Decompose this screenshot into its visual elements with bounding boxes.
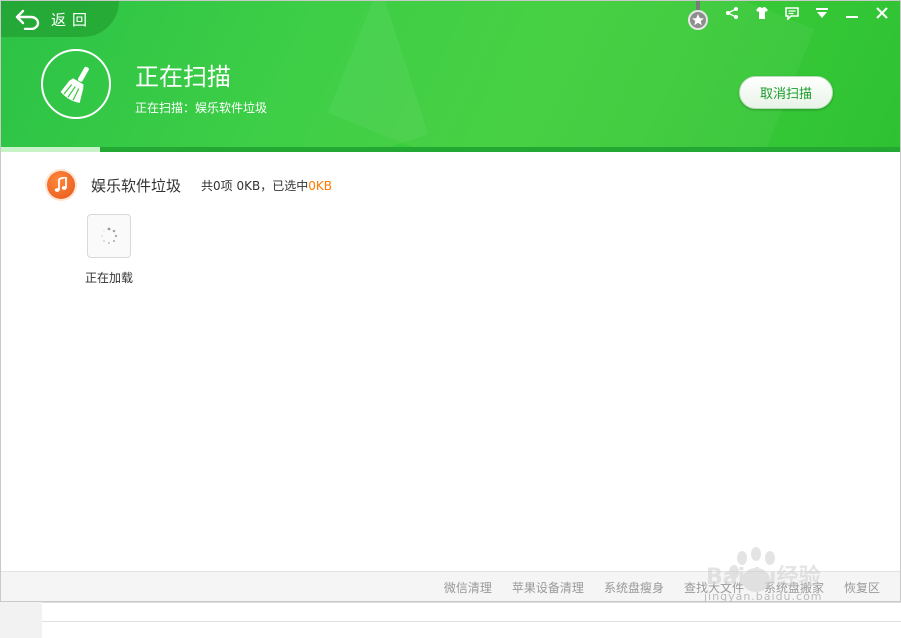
cancel-scan-button[interactable]: 取消扫描: [739, 76, 833, 109]
back-arrow-icon: [15, 9, 40, 30]
divider: [42, 621, 901, 622]
menu-icon[interactable]: [814, 5, 830, 21]
close-icon[interactable]: [874, 5, 890, 21]
back-button[interactable]: 返回: [1, 1, 119, 37]
footer-link-system-disk-slim[interactable]: 系统盘瘦身: [604, 579, 664, 596]
category-summary-text: 共0项 0KB，已选中: [201, 178, 309, 193]
watermark-logo: Baidu经验: [706, 564, 821, 590]
share-icon[interactable]: [724, 5, 740, 21]
scan-subtitle: 正在扫描：娱乐软件垃圾: [135, 101, 268, 115]
category-selected-size: 0KB: [308, 178, 332, 193]
minimize-icon[interactable]: [844, 5, 860, 21]
scan-status-badge: [41, 49, 111, 119]
main-window: 返回 正在扫描 正在扫描：娱乐软件垃圾 取消扫描 娱乐软件垃圾 共0项 0KB，…: [0, 0, 901, 602]
category-summary: 共0项 0KB，已选中0KB: [201, 177, 332, 194]
feedback-icon[interactable]: [784, 5, 800, 21]
watermark-url: jingyan.baidu.com: [704, 590, 823, 603]
loading-spinner-box: [87, 214, 131, 258]
loading-label: 正在加载: [85, 271, 134, 285]
footer-link-apple-device-clean[interactable]: 苹果设备清理: [512, 579, 584, 596]
scan-progress-bar: [1, 147, 900, 152]
spinner-icon: [101, 227, 118, 244]
category-row: 娱乐软件垃圾 共0项 0KB，已选中0KB: [47, 171, 332, 199]
skin-icon[interactable]: [754, 5, 770, 21]
music-icon: [47, 171, 75, 199]
medal-icon[interactable]: [687, 1, 709, 31]
window-controls: [724, 5, 890, 21]
footer-link-wechat-clean[interactable]: 微信清理: [444, 579, 492, 596]
page-title: 正在扫描: [135, 63, 231, 91]
category-name: 娱乐软件垃圾: [91, 176, 182, 195]
broom-icon: [60, 66, 89, 103]
scan-header: 返回 正在扫描 正在扫描：娱乐软件垃圾 取消扫描: [1, 1, 900, 149]
back-label: 返回: [51, 10, 94, 29]
scan-progress-fill: [1, 147, 100, 152]
